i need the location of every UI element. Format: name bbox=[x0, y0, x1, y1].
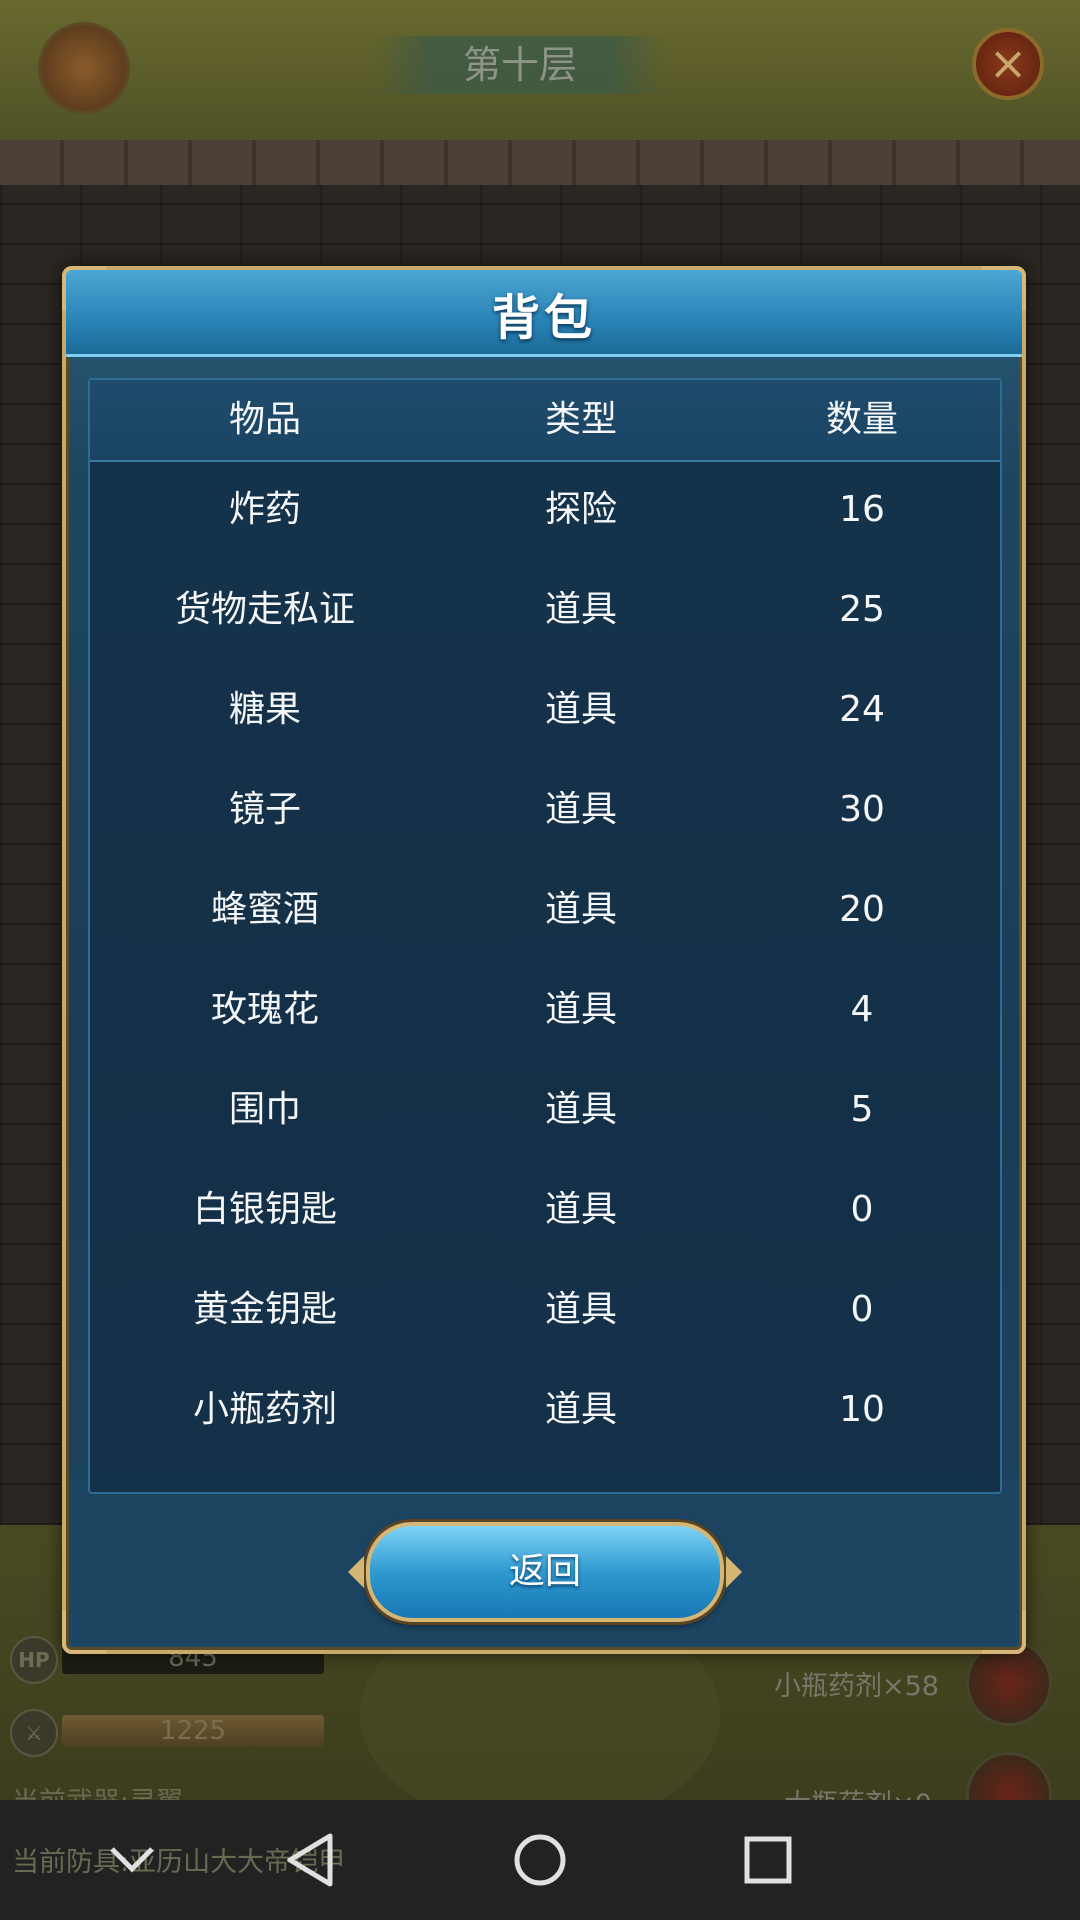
table-row[interactable]: 炸药 探险 16 bbox=[90, 460, 1000, 560]
item-name: 围巾 bbox=[228, 1089, 301, 1130]
close-icon[interactable]: × bbox=[972, 28, 1044, 100]
table-row[interactable]: 货物走私证 道具 25 bbox=[90, 560, 1000, 660]
item-qty: 0 bbox=[850, 1289, 874, 1330]
item-type: 道具 bbox=[544, 789, 617, 830]
table-row[interactable]: 糖果 道具 24 bbox=[90, 660, 1000, 760]
dialog-header: 背包 bbox=[66, 270, 1022, 357]
attack-value: 1225 bbox=[62, 1715, 324, 1747]
item-qty: 4 bbox=[850, 989, 874, 1030]
hero-avatar[interactable] bbox=[38, 22, 130, 114]
table-row[interactable]: 玫瑰花 道具 4 bbox=[90, 960, 1000, 1060]
item-qty: 5 bbox=[850, 1089, 874, 1130]
item-qty: 30 bbox=[839, 789, 885, 830]
item-qty: 25 bbox=[839, 589, 885, 630]
sword-icon: ⚔ bbox=[10, 1709, 58, 1757]
item-name: 货物走私证 bbox=[174, 589, 355, 630]
item-name: 炸药 bbox=[228, 489, 301, 530]
item-type: 道具 bbox=[544, 1289, 617, 1330]
chevron-down-icon[interactable] bbox=[92, 1820, 172, 1900]
backpack-dialog: 背包 物品 类型 数量 炸药 探险 16 货物走私证 道具 25 糖果 道具 2… bbox=[62, 266, 1026, 1654]
item-qty: 10 bbox=[839, 1389, 885, 1430]
item-name: 糖果 bbox=[228, 689, 301, 730]
item-name: 黄金钥匙 bbox=[192, 1289, 337, 1330]
header-type: 类型 bbox=[544, 399, 617, 440]
return-button[interactable]: 返回 bbox=[348, 1522, 742, 1622]
table-row[interactable]: 围巾 道具 5 bbox=[90, 1060, 1000, 1160]
home-icon[interactable] bbox=[500, 1820, 580, 1900]
item-name: 镜子 bbox=[228, 789, 301, 830]
table-row[interactable]: 黄金钥匙 道具 0 bbox=[90, 1260, 1000, 1360]
ornament-corner bbox=[982, 266, 1026, 310]
inventory-table: 物品 类型 数量 炸药 探险 16 货物走私证 道具 25 糖果 道具 24 镜… bbox=[88, 378, 1002, 1494]
item-name: 蜂蜜酒 bbox=[210, 889, 319, 930]
table-header: 物品 类型 数量 bbox=[90, 380, 1000, 462]
ornament-corner bbox=[982, 1610, 1026, 1654]
small-potion-count: 小瓶药剂×58 bbox=[774, 1671, 939, 1702]
item-type: 探险 bbox=[544, 489, 617, 530]
item-type: 道具 bbox=[544, 989, 617, 1030]
back-icon[interactable] bbox=[270, 1820, 350, 1900]
item-qty: 16 bbox=[839, 489, 885, 530]
item-name: 白银钥匙 bbox=[192, 1189, 337, 1230]
item-name: 小瓶药剂 bbox=[192, 1389, 337, 1430]
item-type: 道具 bbox=[544, 589, 617, 630]
table-row[interactable]: 蜂蜜酒 道具 20 bbox=[90, 860, 1000, 960]
header-qty: 数量 bbox=[825, 399, 898, 440]
table-row[interactable]: 镜子 道具 30 bbox=[90, 760, 1000, 860]
item-type: 道具 bbox=[544, 1189, 617, 1230]
header-item: 物品 bbox=[228, 399, 301, 440]
item-qty: 24 bbox=[839, 689, 885, 730]
recents-icon[interactable] bbox=[728, 1820, 808, 1900]
table-row[interactable]: 小瓶药剂 道具 10 bbox=[90, 1360, 1000, 1460]
ornament-corner bbox=[62, 266, 106, 310]
dialog-title: 背包 bbox=[491, 290, 596, 346]
item-type: 道具 bbox=[544, 689, 617, 730]
brick-wall bbox=[0, 140, 1080, 185]
floor-title: 第十层 bbox=[375, 36, 665, 94]
item-type: 道具 bbox=[544, 889, 617, 930]
item-qty: 0 bbox=[850, 1189, 874, 1230]
item-type: 道具 bbox=[544, 1089, 617, 1130]
ornament-corner bbox=[62, 1610, 106, 1654]
hp-icon: HP bbox=[10, 1636, 58, 1684]
item-type: 道具 bbox=[544, 1389, 617, 1430]
item-qty: 20 bbox=[839, 889, 885, 930]
item-name: 玫瑰花 bbox=[210, 989, 319, 1030]
table-row[interactable]: 白银钥匙 道具 0 bbox=[90, 1160, 1000, 1260]
navigation-bar: 当前防具:亚历山大大帝铠甲 bbox=[0, 1800, 1080, 1920]
